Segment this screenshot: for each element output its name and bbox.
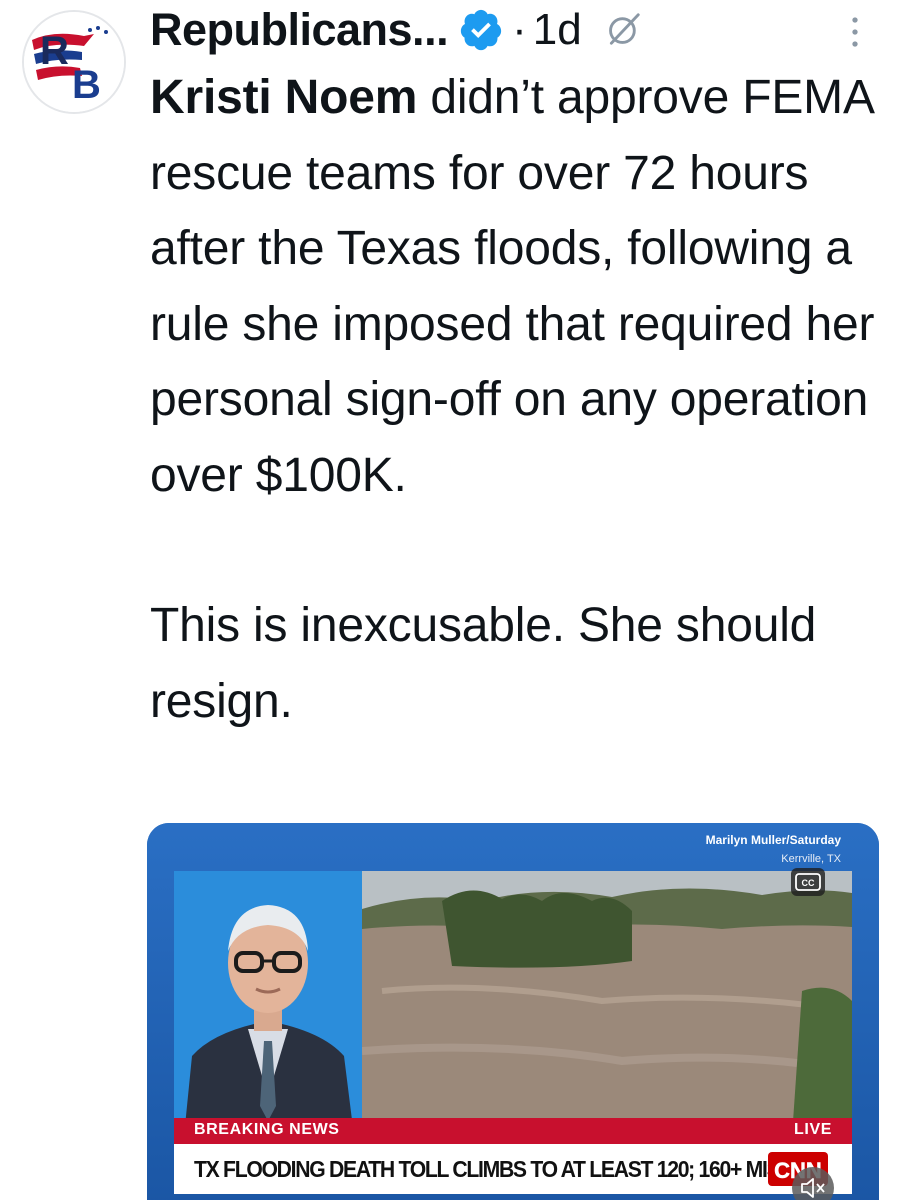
svg-text:B: B bbox=[72, 63, 101, 107]
video-location: Kerrville, TX bbox=[781, 853, 841, 865]
live-label: LIVE bbox=[794, 1121, 832, 1138]
video-credit: Marilyn Muller/Saturday bbox=[705, 833, 841, 847]
post-paragraph-1: Kristi Noem didn’t approve FEMA rescue t… bbox=[150, 60, 890, 513]
breaking-news-label: BREAKING NEWS bbox=[194, 1121, 340, 1138]
separator-dot: · bbox=[512, 5, 527, 54]
closed-captions-icon[interactable]: CC bbox=[791, 868, 825, 896]
breaking-news-bar: BREAKING NEWS LIVE bbox=[174, 1118, 852, 1144]
news-headline: TX FLOODING DEATH TOLL CLIMBS TO AT LEAS… bbox=[194, 1156, 827, 1182]
author-name[interactable]: Republicans... bbox=[150, 4, 449, 56]
mentioned-name: Kristi Noem bbox=[150, 71, 418, 124]
grok-icon[interactable] bbox=[605, 10, 643, 48]
post-header: Republicans... · 1d bbox=[150, 0, 886, 60]
more-options-icon[interactable] bbox=[840, 12, 870, 52]
post-paragraph-2: This is inexcusable. She should resign. bbox=[150, 599, 817, 728]
flood-footage bbox=[362, 871, 852, 1136]
anchor-image bbox=[174, 871, 362, 1136]
verified-badge-icon[interactable] bbox=[458, 7, 504, 53]
tweet-screen: R B Republicans... · 1d Kristi Noem didn… bbox=[0, 0, 906, 1200]
video-card[interactable]: Marilyn Muller/Saturday Kerrville, TX CC… bbox=[147, 823, 879, 1200]
headline-bar: TX FLOODING DEATH TOLL CLIMBS TO AT LEAS… bbox=[174, 1144, 852, 1194]
muted-volume-icon[interactable] bbox=[792, 1167, 834, 1200]
rb-logo-icon: R B bbox=[24, 12, 124, 112]
post-paragraph-1-text: didn’t approve FEMA rescue teams for ove… bbox=[150, 71, 875, 502]
cc-label: CC bbox=[802, 878, 815, 888]
post-text: Kristi Noem didn’t approve FEMA rescue t… bbox=[150, 60, 890, 739]
svg-text:R: R bbox=[40, 29, 69, 73]
avatar[interactable]: R B bbox=[22, 10, 126, 114]
post-time[interactable]: 1d bbox=[533, 5, 582, 55]
